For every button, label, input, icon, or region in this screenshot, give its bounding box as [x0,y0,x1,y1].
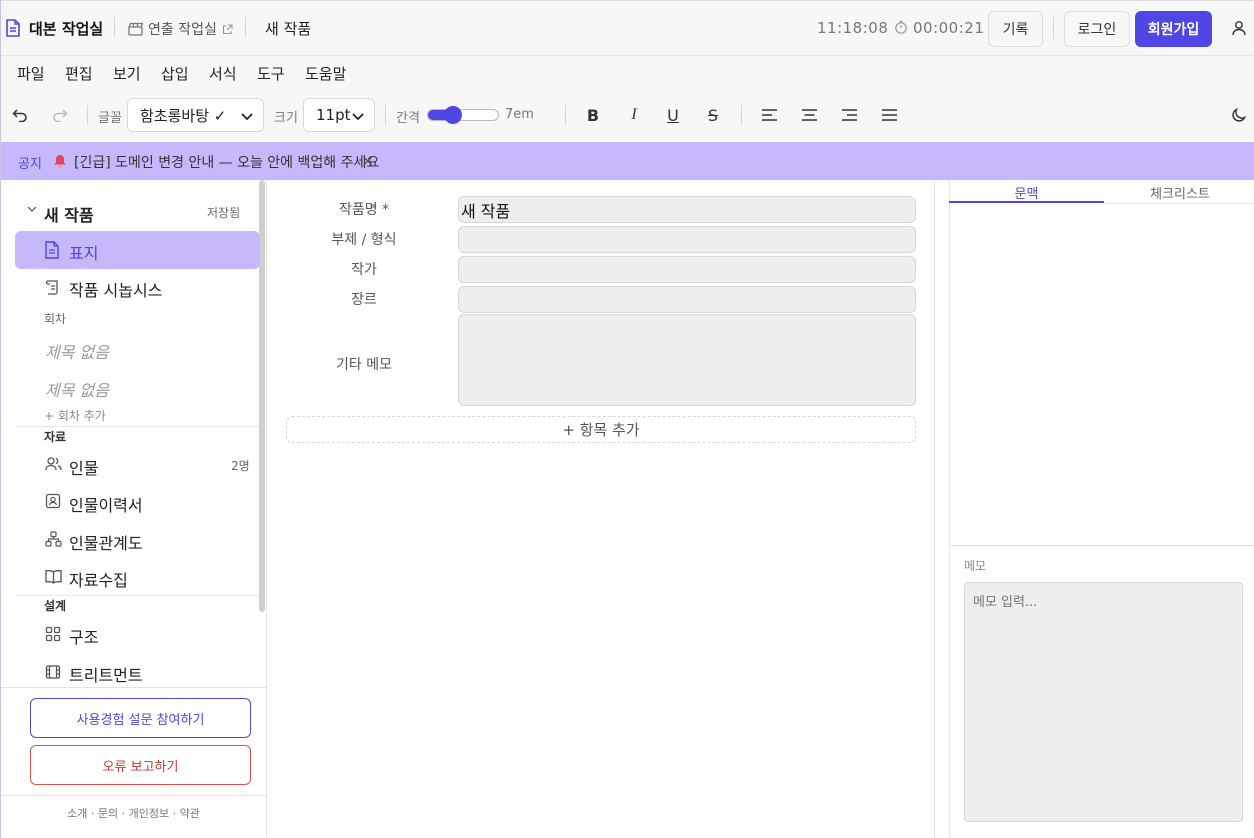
memo-label: 기타 메모 [336,357,392,373]
sidebar-item-research[interactable]: 자료수집 [69,567,128,591]
menu-edit[interactable]: 편집 [65,63,93,84]
right-panel: 문맥 체크리스트 메모 [934,180,1254,838]
menu-file[interactable]: 파일 [17,63,45,84]
font-label: 글꼴 [98,111,122,126]
align-right-icon[interactable] [842,109,857,121]
spacing-value: 7em [505,107,534,122]
sidebar-item-synopsis[interactable]: 작품 시놉시스 [69,277,162,301]
subtitle-label: 부제 / 형식 [331,232,397,248]
sidebar-item-character-profile[interactable]: 인물이력서 [69,492,143,516]
chevron-down-icon[interactable] [27,205,37,213]
tab-context[interactable]: 문맥 [949,183,1104,202]
timer-icon [894,20,908,34]
sidebar-item-relationship-map[interactable]: 인물관계도 [69,530,143,554]
menu-format[interactable]: 서식 [209,63,237,84]
menu-help[interactable]: 도움말 [305,63,346,84]
external-link-icon [222,23,233,35]
underline-button[interactable]: U [663,104,683,126]
project-title[interactable]: 새 작품 [44,202,94,226]
author-input[interactable] [458,256,916,283]
linked-app-label: 연출 작업실 [148,22,217,38]
signup-button[interactable]: 회원가입 [1135,11,1212,47]
book-open-icon [45,569,63,587]
font-select[interactable]: 함초롱바탕 ✓ [127,98,264,132]
bold-button[interactable]: B [583,104,603,126]
add-field-button[interactable]: + 항목 추가 [286,416,916,443]
align-justify-icon[interactable] [882,109,897,121]
document-title[interactable]: 새 작품 [265,18,311,39]
sidebar-item-cover[interactable]: 표지 [15,231,260,269]
tab-context-indicator [949,201,1104,203]
sidebar-item-episode-2[interactable]: 제목 없음 [45,377,109,401]
chevron-down-icon [351,109,365,123]
dark-mode-moon-icon[interactable] [1231,107,1247,123]
spacing-label: 간격 [396,111,420,126]
genre-input[interactable] [458,286,916,313]
notice-tag: 공지 [18,157,42,172]
top-bar: 대본 작업실 연출 작업실 새 작품 11:18:08 00:00:21 기록 … [1,0,1254,56]
notice-text: [긴급] 도메인 변경 안내 — 오늘 안에 백업해 주세요 [74,155,380,171]
bell-icon [54,154,66,168]
clock: 11:18:08 [817,19,889,37]
redo-icon[interactable] [51,106,69,124]
film-icon [45,664,63,682]
session-timer: 00:00:21 [913,19,985,37]
sidebar: 새 작품 저장됨 표지 작품 시놉시스 회차 제목 없음 제목 없음 + 회차 … [1,180,267,838]
size-select-value: 11pt [316,106,351,124]
sidebar-item-label: 표지 [69,244,99,263]
strikethrough-button[interactable]: S [703,104,723,126]
document-icon [6,19,20,37]
sidebar-item-episode-1[interactable]: 제목 없음 [45,339,109,363]
login-button[interactable]: 로그인 [1064,11,1130,47]
menu-tools[interactable]: 도구 [257,63,285,84]
bug-report-button[interactable]: 오류 보고하기 [30,745,251,785]
title-input[interactable]: 새 작품 [458,196,916,223]
user-icon[interactable] [1231,20,1247,36]
sidebar-item-characters[interactable]: 인물 [69,455,98,479]
align-center-icon[interactable] [802,109,817,121]
menu-insert[interactable]: 삽입 [161,63,189,84]
subtitle-input[interactable] [458,226,916,253]
genre-label: 장르 [351,292,377,308]
menu-bar [1,56,1254,90]
tab-checklist[interactable]: 체크리스트 [1104,183,1254,202]
title-label: 작품명 * [338,202,390,218]
memo-panel-label: 메모 [964,559,987,573]
sidebar-item-structure[interactable]: 구조 [69,624,98,648]
design-header: 설계 [44,599,67,613]
survey-button[interactable]: 사용경험 설문 참여하기 [30,698,251,738]
memo-textarea[interactable] [458,314,916,406]
size-label: 크기 [274,111,298,126]
undo-icon[interactable] [11,106,29,124]
footer-links[interactable]: 소개 · 문의 · 개인정보 · 약관 [1,805,266,821]
notice-close-button[interactable]: × [361,151,374,170]
author-label: 작가 [351,262,377,278]
characters-count: 2명 [231,459,250,473]
grid-icon [45,626,63,644]
spacing-slider-thumb[interactable] [443,106,462,124]
network-icon [45,531,63,549]
app-title: 대본 작업실 [29,20,104,38]
chevron-down-icon [240,109,254,123]
episodes-header: 회차 [44,312,67,326]
spacing-slider-track[interactable] [427,106,499,124]
notice-banner: 공지 [긴급] 도메인 변경 안내 — 오늘 안에 백업해 주세요 × [1,142,1254,180]
users-icon [45,456,63,474]
font-select-value: 함초롱바탕 ✓ [140,106,227,125]
memo-panel-textarea[interactable] [964,582,1243,822]
materials-header: 자료 [44,430,67,444]
sidebar-item-treatment[interactable]: 트리트먼트 [69,662,143,686]
align-left-icon[interactable] [762,109,777,121]
save-status: 저장됨 [207,206,241,220]
scroll-icon [45,279,63,297]
size-select[interactable]: 11pt [303,98,375,132]
add-episode-button[interactable]: + 회차 추가 [44,407,106,424]
linked-app-link[interactable]: 연출 작업실 [128,19,233,39]
document-icon [45,241,63,259]
clapperboard-icon [128,22,143,36]
menu-view[interactable]: 보기 [113,63,141,84]
italic-button[interactable]: I [624,104,644,126]
id-card-icon [45,493,63,511]
history-button[interactable]: 기록 [988,11,1043,47]
